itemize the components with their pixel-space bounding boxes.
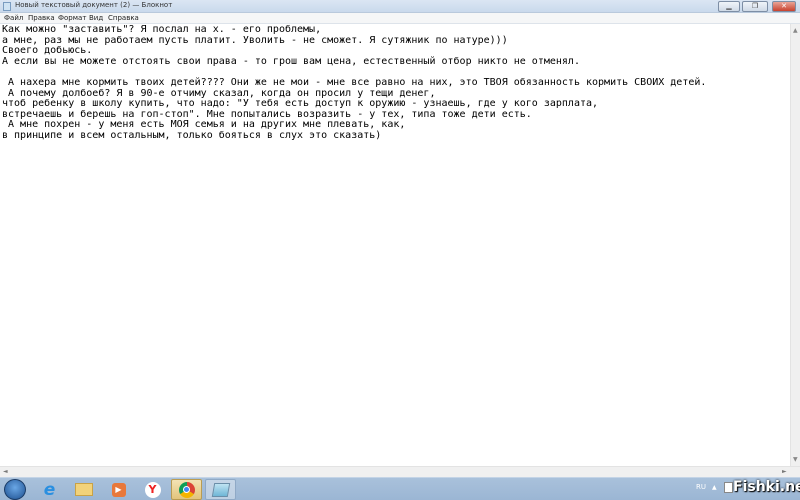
folder-icon bbox=[74, 483, 93, 496]
start-button[interactable] bbox=[4, 479, 26, 500]
text-line: А если вы не можете отстоять свои права … bbox=[2, 55, 580, 67]
language-indicator[interactable]: RU bbox=[696, 483, 706, 491]
menu-help[interactable]: Справка bbox=[108, 14, 139, 22]
close-button[interactable]: ✕ bbox=[772, 1, 796, 12]
restore-button[interactable]: ❐ bbox=[742, 1, 768, 12]
text-editor[interactable]: Как можно "заставить"? Я послал на х. - … bbox=[0, 24, 790, 466]
restore-icon: ❐ bbox=[751, 2, 759, 10]
taskbar-chrome[interactable] bbox=[171, 479, 202, 500]
scroll-right-icon[interactable]: ► bbox=[782, 468, 787, 475]
notepad-icon bbox=[211, 482, 230, 497]
notepad-icon bbox=[3, 2, 11, 11]
show-hidden-icons[interactable]: ▲ bbox=[712, 484, 717, 491]
window-title: Новый текстовый документ (2) — Блокнот bbox=[15, 1, 173, 9]
taskbar: e ▶ Y RU ▲ Fishki.net bbox=[0, 477, 800, 500]
watermark: Fishki.net bbox=[733, 479, 800, 495]
text-line: в принципе и всем остальным, только боят… bbox=[2, 129, 382, 141]
minimize-icon: ▁ bbox=[726, 2, 732, 10]
close-icon: ✕ bbox=[781, 2, 787, 10]
taskbar-yandex-browser[interactable]: Y bbox=[137, 479, 168, 500]
minimize-button[interactable]: ▁ bbox=[718, 1, 740, 12]
document-text[interactable]: Как можно "заставить"? Я послал на х. - … bbox=[2, 24, 707, 142]
text-line: А нахера мне кормить твоих детей???? Они… bbox=[2, 76, 707, 88]
menu-format[interactable]: Формат bbox=[58, 14, 86, 22]
menu-file[interactable]: Файл bbox=[4, 14, 23, 22]
taskbar-explorer[interactable] bbox=[68, 479, 99, 500]
taskbar-internet-explorer[interactable]: e bbox=[34, 479, 65, 500]
text-line: а мне, раз мы не работаем пусть платит. … bbox=[2, 34, 508, 46]
menu-view[interactable]: Вид bbox=[89, 14, 103, 22]
yandex-icon: Y bbox=[144, 481, 161, 498]
menu-edit[interactable]: Правка bbox=[28, 14, 55, 22]
text-line: Как можно "заставить"? Я послал на х. - … bbox=[2, 24, 322, 35]
vertical-scrollbar[interactable]: ▲ ▼ bbox=[790, 24, 800, 466]
action-center-icon[interactable] bbox=[724, 482, 733, 493]
media-player-icon: ▶ bbox=[111, 482, 126, 497]
taskbar-media-player[interactable]: ▶ bbox=[103, 479, 134, 500]
scroll-up-icon[interactable]: ▲ bbox=[793, 27, 798, 34]
scroll-left-icon[interactable]: ◄ bbox=[3, 468, 8, 475]
scroll-down-icon[interactable]: ▼ bbox=[793, 456, 798, 463]
chrome-icon bbox=[178, 481, 195, 498]
menu-bar: Файл Правка Формат Вид Справка bbox=[0, 13, 800, 24]
taskbar-notepad[interactable] bbox=[205, 479, 236, 500]
horizontal-scrollbar[interactable]: ◄ ► bbox=[0, 466, 800, 477]
title-bar[interactable]: Новый текстовый документ (2) — Блокнот ▁… bbox=[0, 0, 800, 13]
ie-icon: e bbox=[43, 479, 56, 500]
